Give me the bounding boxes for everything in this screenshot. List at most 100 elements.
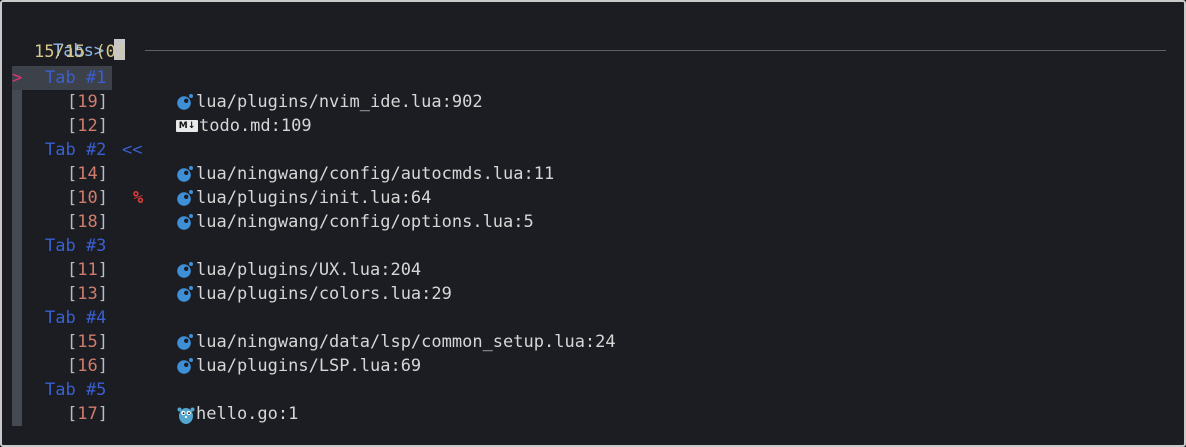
lua-icon: [176, 258, 196, 282]
buffer-row[interactable]: [13] lua/plugins/colors.lua:29: [2, 282, 1182, 306]
buffer-row[interactable]: [10]% lua/plugins/init.lua:64: [2, 186, 1182, 210]
bracket-close: ]: [97, 404, 108, 424]
bracket-open: [: [67, 116, 78, 136]
file-entry[interactable]: lua/ningwang/data/lsp/common_setup.lua:2…: [176, 330, 616, 354]
tab-label: Tab #5: [45, 380, 107, 400]
buffer-number: [13]: [67, 282, 108, 306]
bracket-open: [: [67, 356, 78, 376]
tab-row[interactable]: Tab #2 <<: [2, 138, 1182, 162]
bracket-close: ]: [97, 284, 108, 304]
lua-icon: [176, 186, 196, 210]
row-gutter: [12, 306, 22, 330]
buffer-row[interactable]: [14] lua/ningwang/config/autocmds.lua:11: [2, 162, 1182, 186]
row-gutter: [12, 234, 22, 258]
file-entry[interactable]: M↓ todo.md:109: [176, 114, 312, 138]
bracket-close: ]: [97, 332, 108, 352]
file-entry[interactable]: hello.go:1: [176, 402, 298, 426]
buffer-number: [17]: [67, 402, 108, 426]
markdown-icon: M↓: [176, 114, 199, 138]
file-path: lua/plugins/colors.lua:29: [196, 284, 452, 304]
buffer-number-value: 15: [77, 332, 98, 352]
bracket-open: [: [67, 332, 78, 352]
buffer-row[interactable]: [11] lua/plugins/UX.lua:204: [2, 258, 1182, 282]
buffer-number-value: 11: [77, 260, 98, 280]
buffer-row[interactable]: [18] lua/ningwang/config/options.lua:5: [2, 210, 1182, 234]
buffer-number-value: 17: [77, 404, 98, 424]
prompt-row[interactable]: Tabs>: [12, 15, 126, 61]
buffer-number: [18]: [67, 210, 108, 234]
file-entry[interactable]: lua/ningwang/config/autocmds.lua:11: [176, 162, 554, 186]
buffer-number-value: 19: [77, 92, 98, 112]
bracket-close: ]: [97, 188, 108, 208]
tab-row[interactable]: > Tab #1: [2, 66, 1182, 90]
bracket-open: [: [67, 188, 78, 208]
tab-label: Tab #1: [45, 68, 107, 88]
file-entry[interactable]: lua/plugins/UX.lua:204: [176, 258, 421, 282]
file-path: lua/ningwang/data/lsp/common_setup.lua:2…: [196, 332, 616, 352]
buffer-number-value: 12: [77, 116, 98, 136]
row-gutter: [12, 282, 22, 306]
buffer-row[interactable]: [17] hello.go:1: [2, 402, 1182, 426]
file-entry[interactable]: lua/plugins/init.lua:64: [176, 186, 431, 210]
buffer-row[interactable]: [12] M↓ todo.md:109: [2, 114, 1182, 138]
row-gutter: [12, 114, 22, 138]
row-gutter: [12, 138, 22, 162]
lua-icon: [176, 282, 196, 306]
row-gutter: [12, 330, 22, 354]
current-tab-marker: <<: [122, 140, 143, 160]
bracket-open: [: [67, 212, 78, 232]
row-gutter: [12, 354, 22, 378]
lua-icon: [176, 90, 196, 114]
bracket-close: ]: [97, 116, 108, 136]
file-entry[interactable]: lua/plugins/nvim_ide.lua:902: [176, 90, 483, 114]
row-gutter: [12, 210, 22, 234]
lua-icon: [176, 330, 196, 354]
buffer-number: [12]: [67, 114, 108, 138]
file-entry[interactable]: lua/plugins/colors.lua:29: [176, 282, 452, 306]
buffer-row[interactable]: [15] lua/ningwang/data/lsp/common_setup.l…: [2, 330, 1182, 354]
selection-pointer: >: [12, 68, 23, 88]
file-entry[interactable]: lua/ningwang/config/options.lua:5: [176, 210, 534, 234]
file-path: hello.go:1: [196, 404, 299, 424]
buffer-number-value: 10: [77, 188, 98, 208]
buffer-number: [14]: [67, 162, 108, 186]
telescope-window: Tabs> 15/15 (0) > Tab #1 [19] lua/plugins/n…: [0, 0, 1186, 447]
buffer-row[interactable]: [19] lua/plugins/nvim_ide.lua:902: [2, 90, 1182, 114]
row-gutter: [12, 90, 22, 114]
file-path: lua/plugins/LSP.lua:69: [196, 356, 422, 376]
buffer-number-value: 18: [77, 212, 98, 232]
row-gutter: [12, 258, 22, 282]
buffer-number: [16]: [67, 354, 108, 378]
file-path: lua/plugins/nvim_ide.lua:902: [196, 92, 483, 112]
buffer-number: [19]: [67, 90, 108, 114]
tab-row[interactable]: Tab #5: [2, 378, 1182, 402]
bracket-close: ]: [97, 260, 108, 280]
file-path: lua/plugins/UX.lua:204: [196, 260, 422, 280]
lua-icon: [176, 210, 196, 234]
lua-icon: [176, 354, 196, 378]
buffer-row[interactable]: [16] lua/plugins/LSP.lua:69: [2, 354, 1182, 378]
bracket-open: [: [67, 164, 78, 184]
file-entry[interactable]: lua/plugins/LSP.lua:69: [176, 354, 421, 378]
lua-icon: [176, 162, 196, 186]
buffer-number: [10]: [67, 186, 108, 210]
buffer-number: [15]: [67, 330, 108, 354]
buffer-number-value: 16: [77, 356, 98, 376]
file-path: lua/ningwang/config/autocmds.lua:11: [196, 164, 555, 184]
bracket-open: [: [67, 284, 78, 304]
file-path: lua/ningwang/config/options.lua:5: [196, 212, 534, 232]
markdown-badge: M↓: [176, 120, 198, 132]
buffer-number: [11]: [67, 258, 108, 282]
tab-row[interactable]: Tab #3: [2, 234, 1182, 258]
tab-row[interactable]: Tab #4: [2, 306, 1182, 330]
row-gutter: [12, 378, 22, 402]
file-path: lua/plugins/init.lua:64: [196, 188, 432, 208]
bracket-open: [: [67, 404, 78, 424]
tab-label: Tab #3: [45, 236, 107, 256]
bracket-open: [: [67, 92, 78, 112]
modified-flag: %: [133, 188, 144, 208]
bracket-close: ]: [97, 212, 108, 232]
bracket-close: ]: [97, 356, 108, 376]
row-gutter: [12, 162, 22, 186]
bracket-close: ]: [97, 164, 108, 184]
